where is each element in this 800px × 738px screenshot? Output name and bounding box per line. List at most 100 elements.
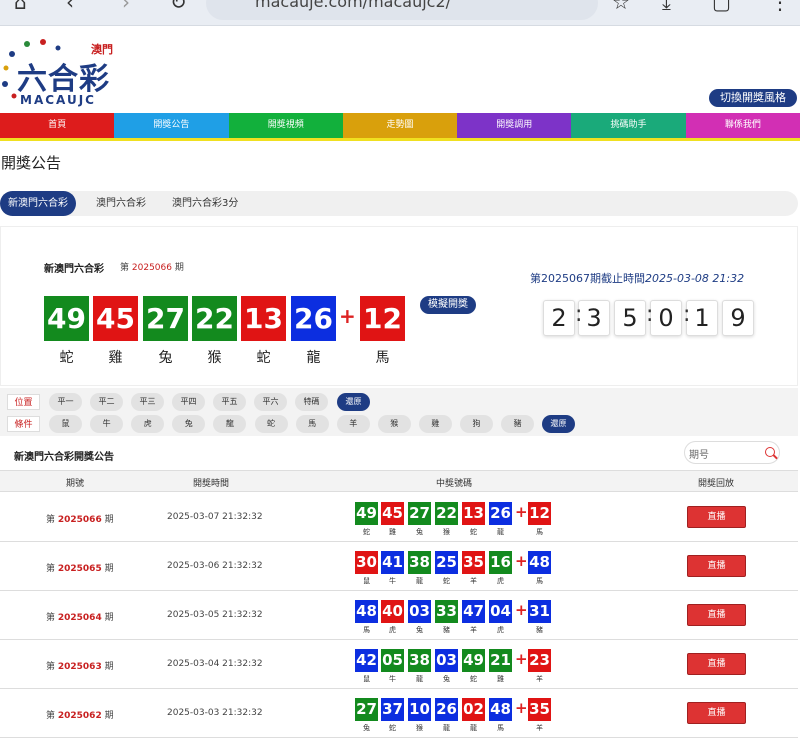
zodiac-chip[interactable]: 龍: [213, 415, 247, 433]
live-button[interactable]: 直播: [687, 604, 746, 626]
nav-item-6[interactable]: 聯係我們: [685, 113, 800, 138]
row-ball: 04: [489, 600, 512, 623]
nav-item-1[interactable]: 開獎公告: [114, 113, 229, 138]
live-button[interactable]: 直播: [687, 702, 746, 724]
current-issue: 2025066: [131, 263, 172, 273]
tab-macau[interactable]: 澳門六合彩: [88, 191, 154, 216]
zodiac-chip[interactable]: 狗: [460, 415, 493, 433]
style-switch-button[interactable]: 切換開獎風格: [709, 89, 797, 107]
nav-item-0[interactable]: 首頁: [0, 113, 115, 138]
zodiac-chip[interactable]: 猴: [377, 415, 411, 433]
current-ball: 45: [93, 296, 138, 341]
zodiac-chip[interactable]: 羊: [336, 415, 370, 433]
row-zodiac: 虎: [497, 626, 504, 634]
row-special-zodiac: 馬: [536, 528, 543, 536]
special-ball: 12: [360, 296, 405, 341]
row-zodiac: 蛇: [470, 675, 477, 683]
position-chip[interactable]: 平四: [172, 393, 205, 411]
url-text[interactable]: macauje.com/macaujc2/: [255, 0, 451, 12]
row-special-zodiac: 豬: [536, 626, 543, 634]
reload-icon[interactable]: ↻: [170, 0, 187, 12]
current-zodiac: 猴: [207, 350, 222, 366]
row-zodiac: 兔: [363, 724, 370, 732]
position-chip[interactable]: 平三: [131, 393, 164, 411]
countdown-digit: 0: [650, 300, 682, 336]
zodiac-chip[interactable]: 雞: [418, 415, 452, 433]
zodiac-chip[interactable]: 兔: [172, 415, 206, 433]
lottery-name: 新澳門六合彩: [44, 264, 104, 275]
row-ball: 26: [489, 502, 512, 525]
tab-new-macau[interactable]: 新澳門六合彩: [0, 191, 76, 216]
row-issue: 第 2025063 期: [46, 662, 114, 672]
row-ball: 38: [408, 649, 431, 672]
back-icon[interactable]: ‹: [66, 0, 74, 12]
header-replay: 開獎回放: [698, 479, 735, 489]
row-ball: 21: [489, 649, 512, 672]
live-button[interactable]: 直播: [687, 555, 746, 577]
zodiac-chip[interactable]: 牛: [90, 415, 124, 433]
position-chip[interactable]: 平五: [213, 393, 246, 411]
position-chip[interactable]: 平二: [90, 393, 123, 411]
table-row: 第 2025063 期 2025-03-04 21:32:32 42 鼠 05 牛 38 龍 0…: [0, 640, 798, 689]
search-icon[interactable]: [765, 447, 775, 457]
special-zodiac: 馬: [375, 350, 390, 366]
row-ball: 47: [462, 600, 485, 623]
countdown-colon: :: [683, 302, 691, 327]
row-zodiac: 鼠: [363, 577, 370, 585]
zodiac-reset-button[interactable]: 還原: [542, 415, 575, 433]
issue-search[interactable]: 期号: [684, 441, 780, 464]
plus-sign: +: [339, 304, 356, 328]
menu-icon[interactable]: ⋮: [770, 0, 790, 12]
row-plus: +: [515, 503, 528, 521]
row-plus: +: [515, 699, 528, 717]
live-button[interactable]: 直播: [687, 653, 746, 675]
position-chip[interactable]: 特碼: [295, 393, 328, 411]
zodiac-chip[interactable]: 馬: [295, 415, 329, 433]
current-zodiac: 蛇: [256, 350, 271, 366]
countdown-digit: 9: [722, 300, 754, 336]
row-ball: 26: [435, 698, 458, 721]
row-zodiac: 牛: [389, 675, 396, 683]
tabs-icon[interactable]: ▢: [712, 0, 731, 12]
zodiac-chip[interactable]: 蛇: [254, 415, 288, 433]
row-ball: 27: [408, 502, 431, 525]
nav-item-3[interactable]: 走勢圖: [342, 113, 458, 138]
forward-icon[interactable]: ›: [122, 0, 130, 12]
row-ball: 42: [355, 649, 378, 672]
row-zodiac: 龍: [416, 577, 423, 585]
live-button[interactable]: 直播: [687, 506, 746, 528]
position-chip[interactable]: 平六: [254, 393, 287, 411]
bookmark-icon[interactable]: ☆: [612, 0, 630, 12]
current-ball: 26: [291, 296, 336, 341]
home-icon[interactable]: ⌂: [14, 0, 27, 12]
position-reset-button[interactable]: 還原: [337, 393, 370, 411]
row-zodiac: 牛: [389, 577, 396, 585]
nav-item-2[interactable]: 開獎視頻: [228, 113, 343, 138]
current-zodiac: 蛇: [59, 350, 74, 366]
nav-item-5[interactable]: 挑碼助手: [571, 113, 686, 138]
row-ball: 05: [381, 649, 404, 672]
countdown-digit: 1: [686, 300, 718, 336]
page-title: 開獎公告: [1, 154, 62, 172]
tab-macau-3min[interactable]: 澳門六合彩3分: [164, 191, 246, 216]
download-icon[interactable]: ⤓: [662, 0, 671, 12]
countdown-colon: :: [646, 302, 654, 327]
header-numbers: 中獎號碼: [436, 479, 473, 489]
condition-label: 條件: [7, 416, 40, 432]
browser-toolbar: ⌂ ‹ › ↻ macauje.com/macaujc2/ ☆ ⤓ ▢ ⋮: [0, 0, 800, 26]
zodiac-chip[interactable]: 豬: [501, 415, 535, 433]
countdown-digit: 5: [614, 300, 646, 336]
nav-item-4[interactable]: 開獎調用: [457, 113, 572, 138]
row-ball: 03: [408, 600, 431, 623]
simulate-draw-button[interactable]: 模擬開獎: [420, 296, 476, 314]
position-chip[interactable]: 平一: [49, 393, 82, 411]
zodiac-chip[interactable]: 鼠: [49, 415, 82, 433]
zodiac-chip[interactable]: 虎: [131, 415, 165, 433]
row-zodiac: 蛇: [443, 577, 450, 585]
row-issue-number: 2025066: [57, 515, 102, 525]
site-logo[interactable]: 澳門 六合彩 MACAUJC: [0, 36, 130, 110]
row-ball: 33: [435, 600, 458, 623]
search-input[interactable]: 期号: [689, 446, 709, 461]
row-zodiac: 兔: [416, 626, 423, 634]
row-issue: 第 2025062 期: [46, 711, 114, 721]
